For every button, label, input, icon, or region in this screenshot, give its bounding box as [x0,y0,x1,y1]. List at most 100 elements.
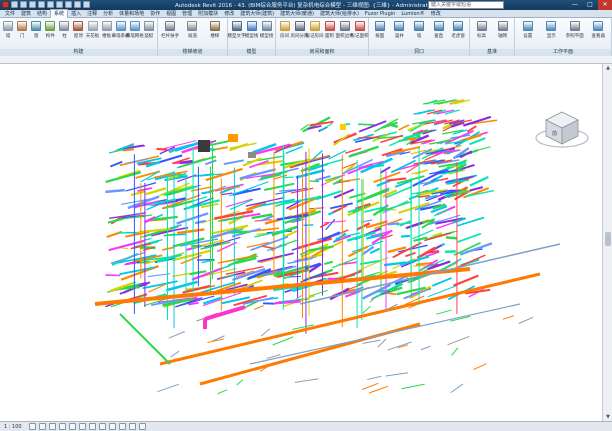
ribbon-button-1-1[interactable]: 坡道 [186,20,199,48]
search-input[interactable]: 键入关键字或短语 [428,1,504,9]
temporary-hide-icon[interactable] [108,423,116,430]
ribbon-button-4-0[interactable]: 按面 [373,20,386,48]
stair-icon [209,21,220,31]
ribbon-button-4-2[interactable]: 墙 [412,20,425,48]
close-button[interactable]: ✕ [598,0,612,10]
scroll-thumb[interactable] [605,232,611,246]
analytical-model-icon[interactable] [128,423,136,430]
ribbon-button-1-2[interactable]: 楼梯 [208,20,221,48]
ribbon-button-2-1[interactable]: 模型线 [245,20,258,48]
shadows-icon[interactable] [58,423,66,430]
tab-3[interactable]: 系统 [50,9,69,18]
show-crop-icon[interactable] [88,423,96,430]
tab-14[interactable]: 建筑大师(暖通) [277,10,317,18]
tab-8[interactable]: 协作 [147,10,163,18]
ribbon-panel-4: 按面 竖井 墙 垂直 老虎窗 洞口 [369,18,470,56]
ribbon-button-3-5[interactable]: 标记面积 [351,20,369,48]
ribbon-button-0-5[interactable]: 屋顶 [72,20,85,48]
vertical-scrollbar[interactable]: ▲ ▼ [602,64,612,421]
ribbon-button-3-1[interactable]: 房间分隔 [291,20,309,48]
tab-7[interactable]: 体量和场地 [116,10,147,18]
redo-icon[interactable] [38,1,45,8]
ribbon-button-3-2[interactable]: 标记房间 [306,20,324,48]
room-separator-icon [294,21,305,31]
visual-style-icon[interactable] [38,423,46,430]
ribbon-button-3-4[interactable]: 面积边界 [336,20,354,48]
ribbon-button-2-0[interactable]: 模型文字 [228,20,246,48]
print-icon[interactable] [47,1,54,8]
ribbon-button-3-0[interactable]: 房间 [278,20,291,48]
tab-18[interactable]: 修改 [428,10,444,18]
ribbon-button-label: 查看器 [591,34,606,39]
ribbon-button-label: 参照平面 [565,34,584,39]
tab-0[interactable]: 文件 [2,10,18,18]
tab-17[interactable]: Lumion® [398,10,427,18]
by-face-icon [374,21,385,31]
measure-icon[interactable] [56,1,63,8]
ribbon-button-0-2[interactable]: 窗 [30,20,43,48]
ribbon-button-0-9[interactable]: 幕墙网格 [126,20,144,48]
tab-16[interactable]: Fuzor Plugin [362,10,398,18]
level-icon [476,21,487,31]
ribbon-button-0-4[interactable]: 柱 [58,20,71,48]
3d-viewport[interactable]: 前 [0,64,602,421]
highlight-displacement-icon[interactable] [138,423,146,430]
ribbon-button-3-3[interactable]: 面积 [323,20,336,48]
ceiling-icon [87,21,98,31]
3d-view-icon[interactable] [74,1,81,8]
view-scale[interactable]: 1 : 100 [4,424,22,430]
tab-5[interactable]: 注释 [84,10,100,18]
ribbon-button-2-2[interactable]: 模型组 [260,20,273,48]
tab-11[interactable]: 附加模块 [195,10,221,18]
text-icon[interactable] [65,1,72,8]
crop-view-icon[interactable] [78,423,86,430]
section-icon[interactable] [83,1,90,8]
ribbon-button-6-1[interactable]: 显示 [545,20,558,48]
ribbon-button-5-0[interactable]: 标高 [475,20,488,48]
ribbon-button-0-1[interactable]: 门 [16,20,29,48]
tab-15[interactable]: 建筑大师(给排水) [317,10,362,18]
maximize-button[interactable]: □ [583,0,597,10]
reveal-hidden-icon[interactable] [118,423,126,430]
undo-icon[interactable] [29,1,36,8]
ribbon-button-0-0[interactable]: 墙 [2,20,15,48]
tab-10[interactable]: 管理 [179,10,195,18]
render-icon[interactable] [68,423,76,430]
tab-6[interactable]: 分析 [100,10,116,18]
ribbon-button-6-3[interactable]: 查看器 [592,20,605,48]
scroll-down-icon[interactable]: ▼ [603,414,612,420]
model-text-icon [231,21,242,31]
tab-13[interactable]: 建筑大师(建筑) [237,10,277,18]
sun-path-icon[interactable] [48,423,56,430]
ribbon-button-4-1[interactable]: 竖井 [393,20,406,48]
door-icon [17,21,28,31]
ribbon-button-0-10[interactable]: 竖梃 [142,20,155,48]
tab-9[interactable]: 视图 [163,10,179,18]
revit-app-icon[interactable] [2,1,9,8]
ribbon-button-6-2[interactable]: 参照平面 [565,20,584,48]
ribbon-button-label: 设置 [523,34,533,39]
ribbon-button-label: 楼梯 [210,34,220,39]
ribbon-button-label: 天花板 [85,34,100,39]
viewcube[interactable]: 前 [534,104,594,154]
lock-3d-icon[interactable] [98,423,106,430]
save-icon[interactable] [20,1,27,8]
detail-level-icon[interactable] [28,423,36,430]
model-group-icon [261,21,272,31]
tab-4[interactable]: 插入 [68,10,84,18]
ribbon-button-0-6[interactable]: 天花板 [86,20,99,48]
ribbon-button-4-4[interactable]: 老虎窗 [451,20,465,48]
scroll-up-icon[interactable]: ▲ [603,65,612,71]
title-bar: Autodesk Revit 2016 - 43. (BIM综合服务平台) 复杂… [0,0,612,10]
tab-1[interactable]: 建筑 [18,10,34,18]
ramp-icon [187,21,198,31]
minimize-button[interactable]: — [568,0,582,10]
ribbon-button-0-3[interactable]: 构件 [44,20,57,48]
tab-12[interactable]: 修改 [221,10,237,18]
ribbon-button-4-3[interactable]: 垂直 [432,20,445,48]
tab-2[interactable]: 结构 [34,10,50,18]
ribbon-button-6-0[interactable]: 设置 [521,20,534,48]
ribbon-button-1-0[interactable]: 栏杆扶手 [161,20,179,48]
ribbon-button-5-1[interactable]: 轴网 [496,20,509,48]
open-icon[interactable] [11,1,18,8]
